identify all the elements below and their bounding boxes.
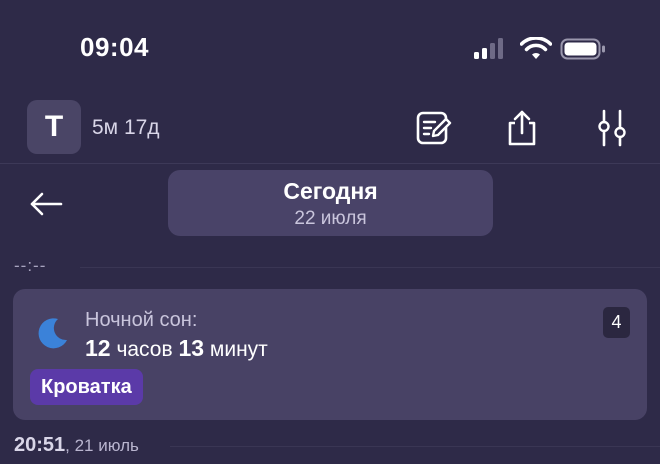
date-title: Сегодня bbox=[283, 178, 378, 204]
wifi-icon bbox=[520, 37, 552, 59]
child-avatar[interactable]: T bbox=[27, 100, 81, 154]
moon-icon bbox=[38, 318, 67, 349]
sleep-hours: 12 bbox=[85, 335, 111, 361]
header-divider bbox=[0, 163, 660, 164]
sleep-minutes-unit: минут bbox=[209, 338, 268, 361]
status-time: 09:04 bbox=[80, 32, 149, 62]
share-icon bbox=[508, 110, 536, 146]
filter-settings-button[interactable] bbox=[590, 106, 634, 150]
date-selector[interactable]: Сегодня 22 июля bbox=[168, 170, 493, 236]
entry-count-badge: 4 bbox=[603, 307, 630, 338]
child-age: 5м 17д bbox=[92, 116, 160, 139]
previous-day-button[interactable] bbox=[24, 184, 68, 224]
date-subtitle: 22 июля bbox=[294, 208, 367, 229]
footer-divider bbox=[170, 446, 660, 447]
next-entry-time: 20:51, 21 июль bbox=[14, 434, 139, 457]
sleep-type-label: Ночной сон: bbox=[85, 309, 198, 331]
edit-note-icon bbox=[416, 111, 452, 145]
sleep-minutes: 13 bbox=[178, 335, 205, 361]
arrow-left-icon bbox=[30, 192, 63, 216]
sleep-hours-unit: часов bbox=[116, 338, 173, 361]
share-button[interactable] bbox=[500, 106, 544, 150]
next-entry-date: , 21 июль bbox=[65, 436, 139, 455]
battery-icon bbox=[560, 38, 605, 60]
timeline-time-empty: --:-- bbox=[14, 256, 47, 275]
location-tag[interactable]: Кроватка bbox=[30, 369, 143, 405]
sleep-duration: 12 часов 13 минут bbox=[85, 335, 268, 362]
next-entry-clock: 20:51 bbox=[14, 434, 66, 456]
edit-notes-button[interactable] bbox=[412, 106, 456, 150]
cellular-signal-icon bbox=[474, 38, 503, 59]
timeline-divider bbox=[80, 267, 660, 268]
sliders-icon bbox=[598, 109, 626, 147]
avatar-letter: T bbox=[44, 110, 64, 143]
